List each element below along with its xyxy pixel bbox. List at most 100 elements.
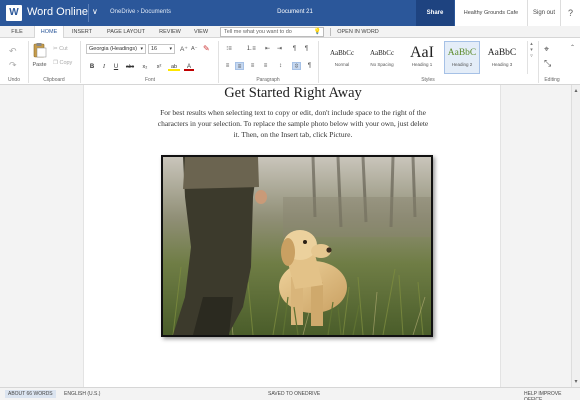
styles-scroll[interactable]: ▴ ▾ ▿ (527, 41, 535, 74)
clipboard-group-label: Clipboard (43, 77, 65, 83)
copy-button[interactable]: ❐ Copy (53, 60, 72, 66)
style-preview: AaI (410, 44, 434, 61)
more-icon[interactable]: ▿ (528, 53, 535, 59)
scroll-up-icon[interactable]: ▴ (572, 87, 580, 94)
ltr-button[interactable]: ¶ (290, 45, 299, 53)
clipboard-icon (33, 43, 47, 58)
status-bar: ABOUT 66 WORDS ENGLISH (U.S.) SAVED TO O… (0, 387, 580, 400)
undo-icon[interactable]: ↶ (9, 46, 17, 57)
sign-out-button[interactable]: Sign out (527, 0, 560, 26)
title-divider (88, 4, 89, 22)
language-indicator[interactable]: ENGLISH (U.S.) (64, 391, 100, 397)
tab-insert[interactable]: INSERT (66, 26, 98, 38)
editing-group-label: Editing (544, 77, 560, 83)
share-button[interactable]: Share (416, 0, 454, 26)
scissors-icon: ✂ (53, 46, 58, 52)
select-icon[interactable]: ⤡ (544, 58, 551, 69)
style-name: Heading 3 (491, 62, 513, 67)
font-size-select[interactable]: 16 ▾ (148, 44, 175, 54)
style-preview: AaBbC (487, 48, 517, 58)
tell-me-input[interactable]: Tell me what you want to do 💡 (220, 27, 324, 37)
document-page[interactable]: Get Started Right Away For best results … (83, 85, 501, 387)
decrease-indent-button[interactable]: ⇤ (263, 45, 272, 53)
style-no-spacing[interactable]: AaBbCc No Spacing (364, 41, 400, 74)
scroll-down-icon[interactable]: ▾ (572, 378, 580, 385)
tell-me-placeholder: Tell me what you want to do (224, 29, 292, 35)
strikethrough-button[interactable]: abc (124, 63, 136, 71)
undo-group-label: Undo (8, 77, 20, 83)
user-name[interactable]: Healthy Grounds Cafe (455, 0, 527, 26)
underline-button[interactable]: U (112, 63, 120, 71)
collapse-ribbon-icon[interactable]: ⌃ (570, 44, 575, 51)
align-left-button[interactable]: ≡ (223, 62, 232, 70)
font-color-button[interactable]: A (184, 63, 194, 71)
word-count[interactable]: ABOUT 66 WORDS (5, 390, 56, 398)
rtl-button[interactable]: ¶ (302, 45, 311, 53)
show-marks-button[interactable]: ¶ (305, 62, 314, 70)
shrink-font-button[interactable]: A⁻ (191, 46, 198, 52)
document-body-text[interactable]: For best results when selecting text to … (154, 107, 432, 140)
style-name: Heading 1 (411, 62, 433, 67)
style-preview: AaBbCc (369, 49, 395, 57)
save-status: SAVED TO ONEDRIVE (268, 391, 321, 397)
ribbon-tabs: FILE HOME INSERT PAGE LAYOUT REVIEW VIEW… (0, 26, 580, 39)
open-in-word-button[interactable]: OPEN IN WORD (333, 26, 383, 38)
tab-divider (330, 28, 331, 36)
cut-button[interactable]: ✂ Cut (53, 46, 68, 52)
help-improve-office-link[interactable]: HELP IMPROVE OFFICE (524, 391, 580, 400)
style-name: Heading 2 (451, 62, 473, 67)
redo-icon[interactable]: ↷ (9, 60, 17, 71)
grow-font-button[interactable]: A⁺ (180, 45, 188, 53)
vertical-scrollbar[interactable]: ▴ ▾ (571, 85, 580, 387)
app-name[interactable]: Word Online (27, 6, 88, 18)
style-heading-2[interactable]: AaBbC Heading 2 (444, 41, 480, 74)
style-preview: AaBbC (447, 48, 477, 58)
tab-page-layout[interactable]: PAGE LAYOUT (100, 26, 152, 38)
paste-label: Paste (32, 62, 47, 68)
subscript-button[interactable]: x₂ (140, 63, 150, 71)
help-icon[interactable]: ? (560, 0, 580, 26)
find-replace-icon[interactable]: ⌖ (544, 44, 549, 55)
align-center-button[interactable]: ≡ (235, 62, 244, 70)
document-name[interactable]: Document 21 (270, 9, 320, 15)
bullets-button[interactable]: ⁝≡ (223, 45, 235, 53)
sample-photo[interactable] (161, 155, 433, 337)
styles-group-label: Styles (421, 77, 435, 83)
chevron-down-icon: ▾ (169, 46, 172, 52)
copy-icon: ❐ (53, 60, 58, 66)
lightbulb-icon: 💡 (313, 29, 321, 35)
chevron-down-icon[interactable]: ∨ (92, 7, 98, 16)
line-spacing-button[interactable]: ↕ (276, 62, 285, 70)
tab-file[interactable]: FILE (6, 26, 28, 38)
clear-formatting-icon[interactable]: ✎ (203, 44, 210, 53)
font-name-value: Georgia (Headings) (89, 46, 137, 52)
style-normal[interactable]: AaBbCc Normal (324, 41, 360, 74)
justify-button[interactable]: ≡ (261, 62, 270, 70)
font-size-value: 16 (151, 46, 158, 52)
font-name-select[interactable]: Georgia (Headings) ▾ (86, 44, 146, 54)
ribbon: ↶ ↷ Undo Paste ✂ Cut ❐ Copy Clipboard Ge… (0, 38, 580, 85)
title-bar: W Word Online ∨ OneDrive › Documents Doc… (0, 0, 580, 26)
superscript-button[interactable]: x² (154, 63, 164, 71)
style-heading-1[interactable]: AaI Heading 1 (404, 41, 440, 74)
tab-view[interactable]: VIEW (188, 26, 214, 38)
highlight-button[interactable]: ab (168, 63, 180, 71)
style-preview: AaBbCc (329, 49, 355, 57)
document-area: Get Started Right Away For best results … (0, 85, 580, 387)
copy-label: Copy (59, 60, 73, 66)
paste-button[interactable]: Paste (31, 42, 48, 72)
style-name: Normal (334, 62, 350, 67)
style-name: No Spacing (370, 62, 394, 67)
paragraph-spacing-button[interactable]: ⇳ (292, 62, 301, 70)
style-heading-3[interactable]: AaBbC Heading 3 (484, 41, 520, 74)
word-logo-icon[interactable]: W (6, 5, 22, 21)
bold-button[interactable]: B (88, 63, 96, 71)
tab-review[interactable]: REVIEW (154, 26, 186, 38)
document-heading[interactable]: Get Started Right Away (84, 85, 502, 102)
increase-indent-button[interactable]: ⇥ (275, 45, 284, 53)
italic-button[interactable]: I (100, 63, 108, 71)
numbering-button[interactable]: ⒈≡ (245, 45, 257, 53)
breadcrumb[interactable]: OneDrive › Documents (110, 9, 171, 15)
align-right-button[interactable]: ≡ (248, 62, 257, 70)
dog-photo-image (163, 157, 431, 335)
